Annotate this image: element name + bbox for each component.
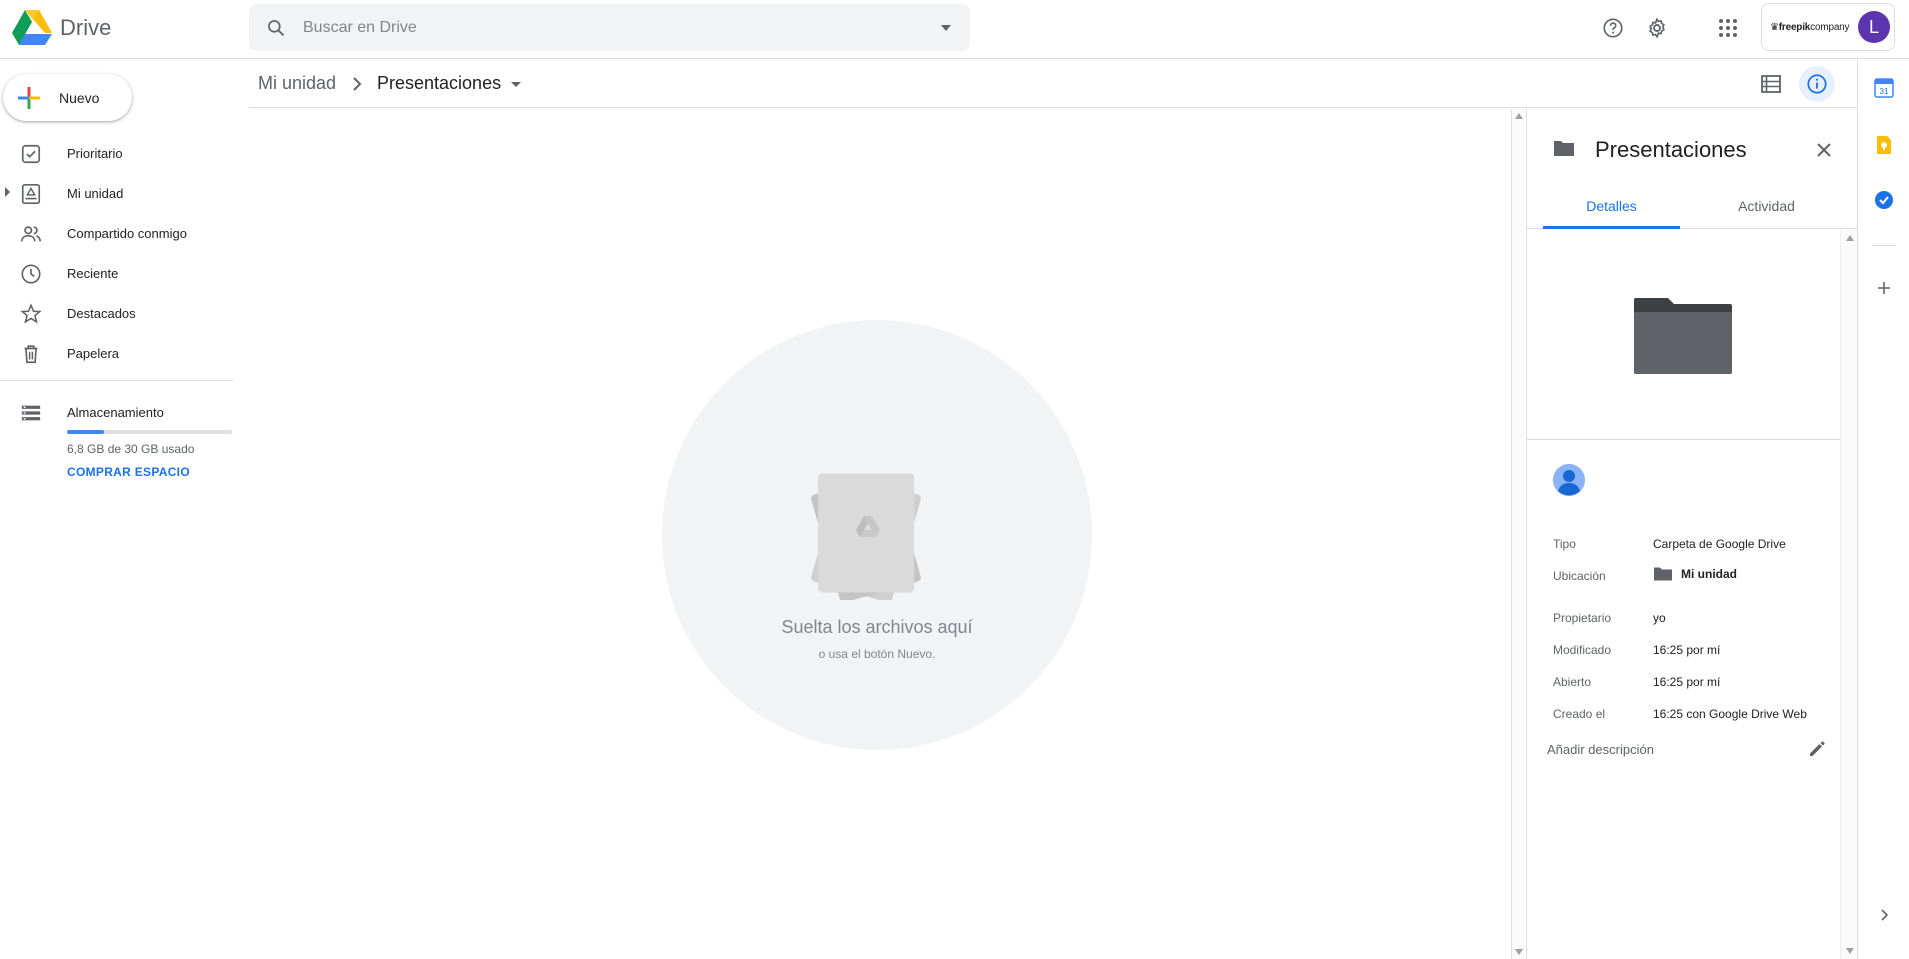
info-details-icon[interactable]	[1799, 66, 1835, 102]
account-switcher[interactable]: ♛freepikcompany L	[1761, 3, 1895, 51]
storage-icon	[21, 405, 41, 421]
storage-label: Almacenamiento	[67, 404, 164, 420]
details-title: Presentaciones	[1595, 137, 1747, 162]
prop-owner-value: yo	[1653, 611, 1666, 625]
star-icon	[20, 303, 42, 324]
calendar-app-icon[interactable]: 31	[1872, 76, 1896, 100]
main-scrollbar[interactable]	[1511, 109, 1525, 959]
drive-logo[interactable]: Drive	[12, 8, 111, 48]
drive-logo-icon	[12, 10, 52, 45]
prop-created-value: 16:25 con Google Drive Web	[1653, 707, 1807, 721]
prop-modified-label: Modificado	[1553, 643, 1612, 657]
sidebar: Nuevo Prioritario Mi unidad Compartido c…	[0, 60, 233, 959]
sidebar-divider	[0, 380, 233, 381]
expand-arrow-icon[interactable]	[5, 187, 10, 197]
new-button-label: Nuevo	[59, 89, 100, 106]
sidebar-item-priority[interactable]: Prioritario	[0, 133, 233, 173]
prop-location-label: Ubicación	[1553, 569, 1606, 583]
prop-opened-label: Abierto	[1553, 675, 1592, 689]
prop-type-value: Carpeta de Google Drive	[1653, 537, 1786, 551]
prop-opened-value: 16:25 por mí	[1653, 675, 1721, 689]
sidebar-item-label: Compartido conmigo	[67, 225, 187, 241]
large-folder-icon	[1634, 298, 1732, 374]
owner-avatar-icon[interactable]	[1553, 464, 1585, 496]
prop-modified-value: 16:25 por mí	[1653, 643, 1721, 657]
keep-app-icon[interactable]	[1872, 133, 1896, 157]
prop-owner-label: Propietario	[1553, 611, 1612, 625]
tasks-app-icon[interactable]	[1872, 188, 1896, 212]
sidebar-item-recent[interactable]: Reciente	[0, 253, 233, 293]
app-title: Drive	[60, 15, 112, 40]
my-drive-icon	[21, 184, 41, 204]
apps-grid-icon[interactable]	[1710, 10, 1746, 46]
drop-zone-circle: Suelta los archivos aquí o usa el botón …	[662, 320, 1092, 750]
sidebar-item-shared[interactable]: Compartido conmigo	[0, 213, 233, 253]
tab-activity[interactable]: Actividad	[1698, 195, 1835, 229]
sidebar-item-label: Reciente	[67, 265, 119, 281]
trash-icon	[24, 345, 38, 364]
search-bar[interactable]	[249, 4, 970, 51]
shared-icon	[21, 226, 41, 242]
drop-subtitle: o usa el botón Nuevo.	[818, 647, 936, 661]
brand-mark-icon: ♛	[1770, 21, 1779, 33]
list-view-icon[interactable]	[1753, 66, 1789, 102]
sidebar-item-label: Papelera	[67, 345, 120, 361]
tab-details[interactable]: Detalles	[1543, 195, 1680, 229]
rail-divider	[1872, 245, 1896, 246]
breadcrumb-current[interactable]: Presentaciones	[377, 73, 501, 94]
scroll-up-icon[interactable]	[1515, 113, 1523, 119]
scroll-up-icon[interactable]	[1846, 235, 1854, 241]
storage-usage-fill	[67, 430, 105, 434]
chevron-right-icon	[353, 77, 362, 91]
recent-clock-icon	[21, 264, 41, 284]
edit-pencil-icon[interactable]	[1807, 739, 1827, 759]
sidebar-item-label: Mi unidad	[67, 185, 124, 201]
folder-icon	[1554, 141, 1574, 156]
search-options-icon[interactable]	[922, 24, 970, 32]
prop-type-label: Tipo	[1553, 537, 1576, 551]
file-drop-area[interactable]: Suelta los archivos aquí o usa el botón …	[249, 109, 1525, 959]
folder-preview	[1527, 230, 1840, 440]
side-apps-rail: 31	[1857, 60, 1909, 959]
location-link[interactable]: Mi unidad	[1681, 567, 1737, 581]
sidebar-item-starred[interactable]: Destacados	[0, 293, 233, 333]
sidebar-item-my-drive[interactable]: Mi unidad	[0, 173, 233, 213]
breadcrumb-root[interactable]: Mi unidad	[258, 73, 336, 94]
prop-location-value[interactable]: Mi unidad	[1653, 566, 1737, 582]
add-addon-plus-icon[interactable]	[1872, 276, 1896, 300]
folder-icon	[1654, 567, 1672, 581]
help-icon[interactable]	[1595, 10, 1631, 46]
priority-icon	[21, 144, 41, 164]
search-input[interactable]	[303, 18, 922, 37]
storage-usage-text: 6,8 GB de 30 GB usado	[67, 442, 195, 456]
settings-gear-icon[interactable]	[1639, 10, 1675, 46]
storage-usage-bar	[67, 430, 232, 434]
collapse-panel-chevron-icon[interactable]	[1872, 903, 1896, 927]
folder-menu-caret-icon[interactable]	[511, 82, 521, 87]
prop-created-label: Creado el	[1553, 707, 1606, 721]
breadcrumb: Mi unidad Presentaciones	[249, 60, 1857, 108]
details-scrollbar[interactable]	[1840, 230, 1858, 959]
user-avatar[interactable]: L	[1858, 11, 1890, 43]
details-header: Presentaciones Detalles Actividad	[1527, 109, 1858, 229]
sidebar-item-label: Destacados	[67, 305, 136, 321]
org-brand-logo: ♛freepikcompany	[1770, 21, 1850, 33]
nav-list: Prioritario Mi unidad Compartido conmigo…	[0, 133, 233, 373]
buy-storage-link[interactable]: COMPRAR ESPACIO	[67, 465, 190, 479]
top-bar: Drive ♛freepikcompany L	[0, 0, 1909, 59]
close-icon[interactable]	[1809, 135, 1839, 165]
scroll-down-icon[interactable]	[1515, 949, 1523, 955]
sidebar-item-storage[interactable]: Almacenamiento	[0, 392, 233, 432]
details-panel: Presentaciones Detalles Actividad Tipo C…	[1526, 109, 1858, 959]
sidebar-item-label: Prioritario	[67, 145, 123, 161]
add-description-field[interactable]: Añadir descripción	[1547, 742, 1654, 757]
new-button[interactable]: Nuevo	[3, 74, 132, 121]
scroll-down-icon[interactable]	[1846, 948, 1854, 954]
plus-colored-icon	[18, 86, 40, 109]
calendar-day: 31	[1880, 87, 1889, 96]
search-icon[interactable]	[249, 18, 303, 38]
drop-files-illustration-icon	[811, 473, 921, 600]
drop-title: Suelta los archivos aquí	[781, 617, 973, 637]
sidebar-item-trash[interactable]: Papelera	[0, 333, 233, 373]
